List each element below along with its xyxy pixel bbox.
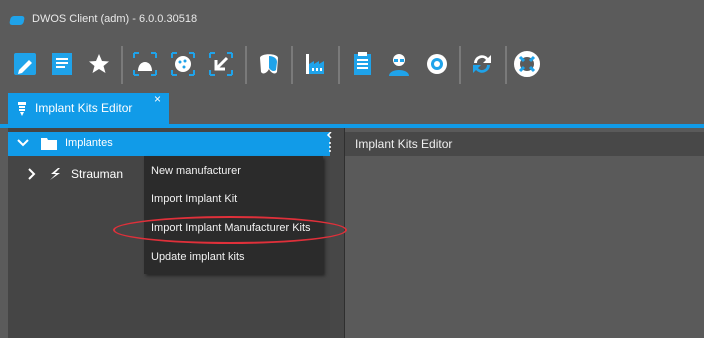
tab-strip: Implant Kits Editor × [0, 92, 704, 124]
pane-splitter[interactable] [330, 128, 344, 338]
menu-item-import-implant-kit[interactable]: Import Implant Kit [151, 193, 237, 205]
toolbar-separator [459, 46, 461, 84]
scan-jaw-icon[interactable] [130, 49, 160, 79]
tree-item-implantes[interactable]: Implantes [8, 132, 330, 156]
settings-icon[interactable] [422, 49, 452, 79]
tab-implant-kits-editor[interactable]: Implant Kits Editor × [8, 92, 169, 124]
implant-design-icon[interactable] [168, 49, 198, 79]
factory-icon[interactable] [300, 49, 330, 79]
app-window: DWOS Client (adm) - 6.0.0.30518 Implant … [0, 0, 704, 338]
tooth-design-icon[interactable] [254, 49, 284, 79]
toolbar-separator [505, 46, 507, 84]
menu-item-new-manufacturer[interactable]: New manufacturer [151, 165, 241, 177]
main-toolbar [0, 38, 704, 92]
toolbar-separator [121, 46, 123, 84]
order-form-icon[interactable] [47, 49, 77, 79]
collapse-handle-icon[interactable] [326, 132, 334, 156]
help-lifebuoy-icon[interactable] [512, 49, 542, 79]
favorites-icon[interactable] [84, 49, 114, 79]
sync-icon[interactable] [467, 49, 497, 79]
editor-header: Implant Kits Editor [345, 132, 704, 156]
tree-item-label: Strauman [71, 167, 124, 181]
implant-icon [18, 102, 26, 116]
editor-pane: Implant Kits Editor [344, 128, 704, 338]
context-menu: New manufacturer Import Implant Kit Impo… [144, 156, 323, 274]
tab-close-icon[interactable]: × [154, 92, 161, 106]
editor-title: Implant Kits Editor [355, 137, 453, 151]
toolbar-separator [245, 46, 247, 84]
manufacturer-logo-icon [50, 168, 60, 180]
export-arrow-icon[interactable] [206, 49, 236, 79]
menu-item-update-implant-kits[interactable]: Update implant kits [151, 251, 245, 263]
tree-item-label: Implantes [65, 137, 113, 149]
folder-icon [41, 138, 57, 150]
new-order-icon[interactable] [10, 49, 40, 79]
toolbar-separator [338, 46, 340, 84]
clipboard-icon[interactable] [347, 49, 377, 79]
chevron-right-icon[interactable] [26, 167, 36, 181]
user-profile-icon[interactable] [384, 49, 414, 79]
chevron-down-icon[interactable] [16, 136, 30, 150]
window-title: DWOS Client (adm) - 6.0.0.30518 [32, 13, 198, 25]
menu-item-import-manufacturer-kits[interactable]: Import Implant Manufacturer Kits [151, 222, 311, 234]
toolbar-separator [291, 46, 293, 84]
title-bar: DWOS Client (adm) - 6.0.0.30518 [0, 0, 704, 38]
workspace: Implantes Strauman Implant Kits Editor [8, 128, 704, 338]
tab-label: Implant Kits Editor [35, 101, 133, 115]
app-logo-icon [9, 16, 25, 25]
